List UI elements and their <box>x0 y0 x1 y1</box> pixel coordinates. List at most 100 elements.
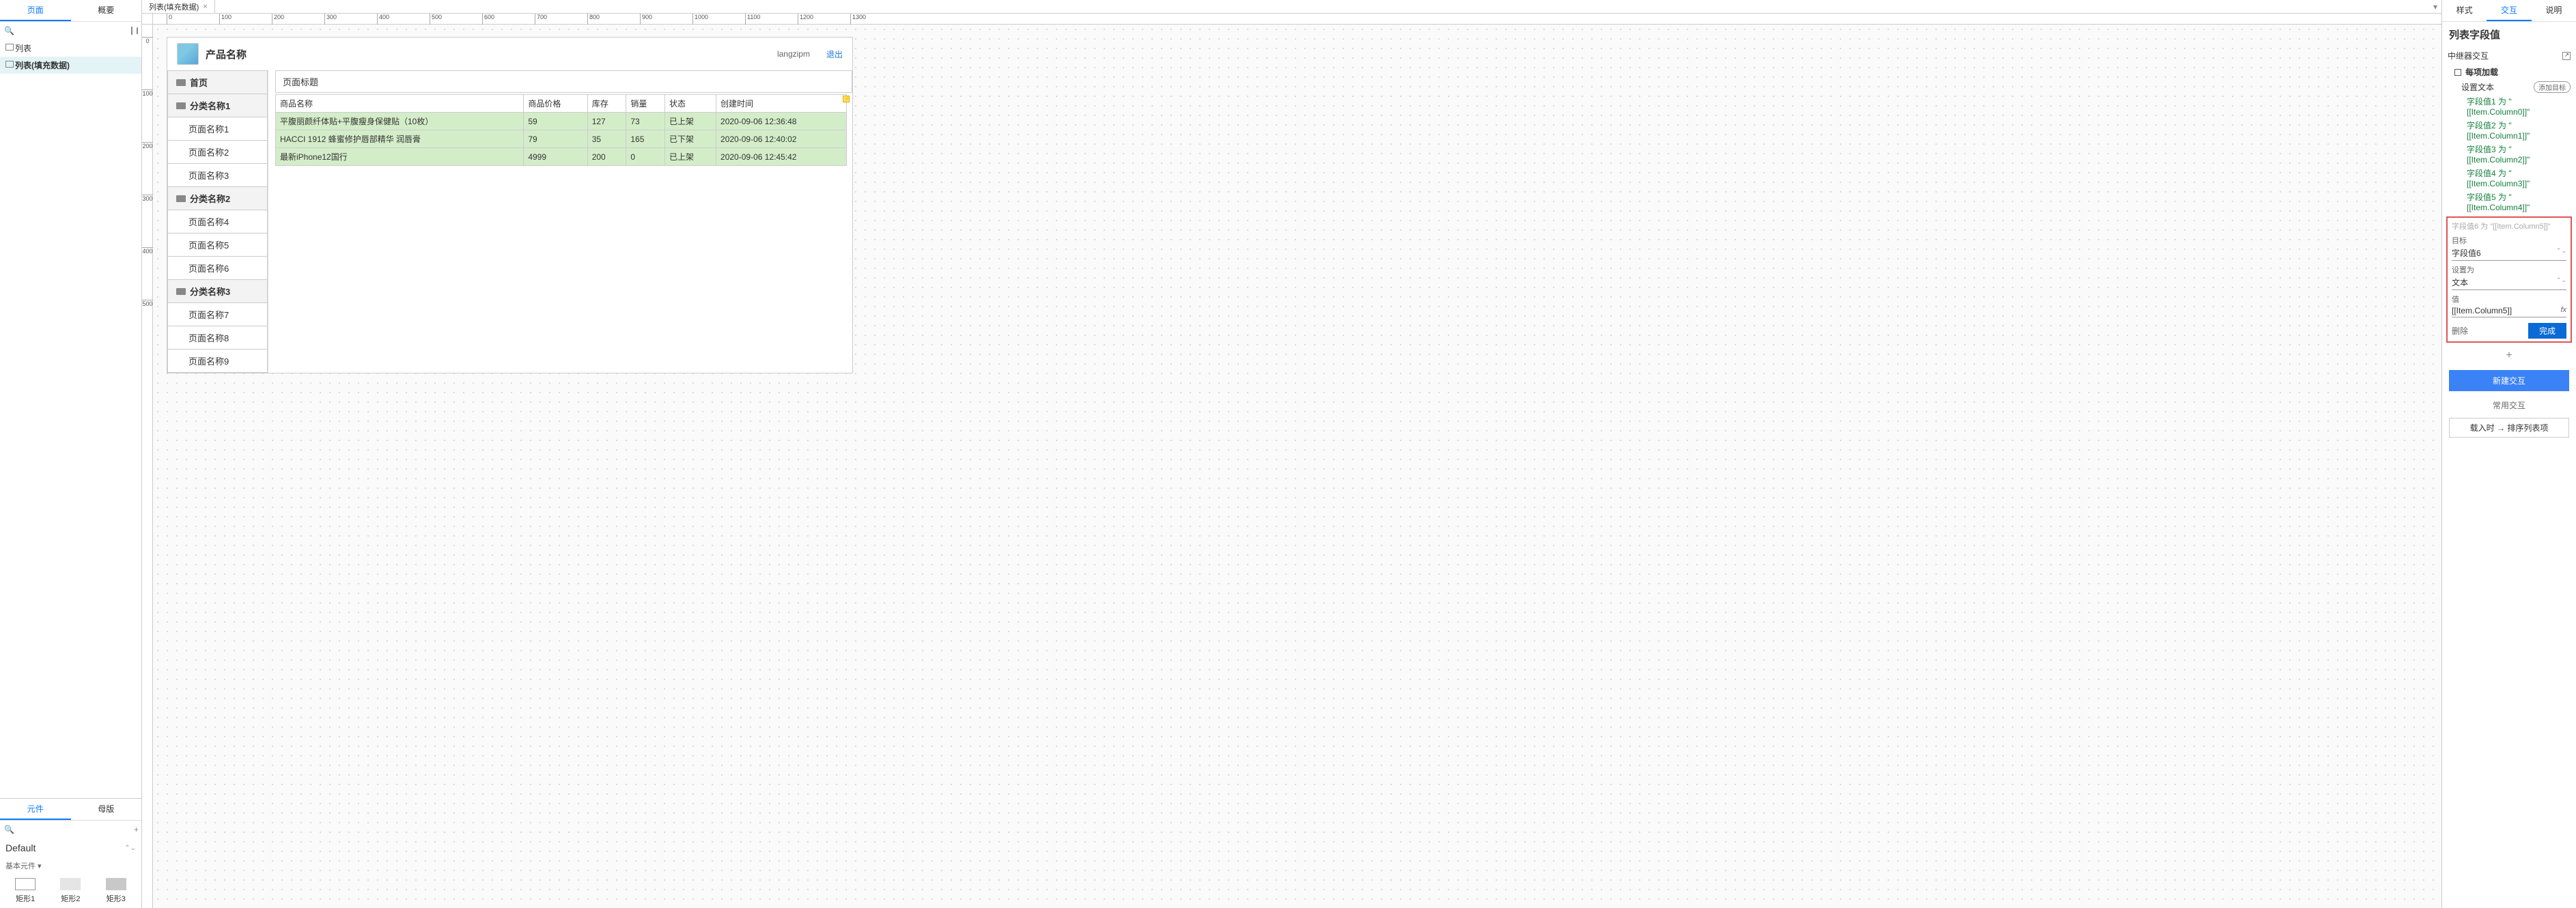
ruler-vertical: 0100200300400500 <box>142 25 153 908</box>
done-button[interactable]: 完成 <box>2528 323 2566 339</box>
sidebar-page[interactable]: 页面名称3 <box>167 163 268 186</box>
user-label: langzipm <box>777 49 810 59</box>
table-header: 创建时间 <box>716 95 847 113</box>
table-cell: 0 <box>626 148 665 166</box>
tab-widgets[interactable]: 元件 <box>0 799 71 820</box>
table-cell: 79 <box>524 130 587 148</box>
add-library-icon[interactable]: + <box>134 825 139 834</box>
table-cell: 127 <box>587 113 626 130</box>
canvas[interactable]: 产品名称 langzipm 退出 首页分类名称1页面名称1页面名称2页面名称3分… <box>153 25 2441 908</box>
table-cell: 4999 <box>524 148 587 166</box>
pages-tree: 列表列表(填充数据) <box>0 40 141 798</box>
edit-hint: 字段值6 为 "[[Item.Column5]]" <box>2452 221 2566 231</box>
page-surface: 产品名称 langzipm 退出 首页分类名称1页面名称1页面名称2页面名称3分… <box>167 37 853 373</box>
table-header: 销量 <box>626 95 665 113</box>
widget-shape[interactable]: 矩形2 <box>60 878 81 904</box>
new-interaction-button[interactable]: 新建交互 <box>2449 370 2569 391</box>
table-header: 库存 <box>587 95 626 113</box>
tab-summary[interactable]: 概要 <box>71 0 142 21</box>
basic-group-header[interactable]: 基本元件 ▾ <box>0 857 141 874</box>
widgets-search-input[interactable] <box>20 823 128 836</box>
logout-link[interactable]: 退出 <box>826 48 843 60</box>
delete-button[interactable]: 删除 <box>2452 325 2468 337</box>
sidebar-category[interactable]: 分类名称2 <box>167 186 268 210</box>
tab-dropdown-icon[interactable]: ▾ <box>2433 2 2437 12</box>
tab-pages[interactable]: 页面 <box>0 0 71 21</box>
table-cell: 165 <box>626 130 665 148</box>
sidebar-category[interactable]: 首页 <box>167 70 268 94</box>
page-main-title: 页面标题 <box>275 70 852 93</box>
library-selector[interactable]: Default⌃⌄ <box>0 838 141 857</box>
interaction-bolt-icon[interactable]: ⚡ <box>843 96 850 102</box>
sidebar-page[interactable]: 页面名称1 <box>167 117 268 140</box>
product-logo <box>177 43 199 65</box>
page-tree-item[interactable]: 列表(填充数据) <box>0 57 141 74</box>
sidebar-page[interactable]: 页面名称4 <box>167 210 268 233</box>
table-cell: 已下架 <box>665 130 716 148</box>
table-header: 商品价格 <box>524 95 587 113</box>
widget-shape[interactable]: 矩形3 <box>106 878 126 904</box>
action-target-line[interactable]: 字段值1 为 "[[Item.Column0]]" <box>2442 94 2576 118</box>
tab-style[interactable]: 样式 <box>2442 0 2487 21</box>
setas-select[interactable]: 文本⌃⌄ <box>2452 275 2566 290</box>
table-cell: 平腹丽颜纤体贴+平腹瘦身保健贴（10枚） <box>276 113 524 130</box>
left-panel: 页面 概要 🔍 列表列表(填充数据) 元件 母版 🔍 + ⧉ ⋮ Default <box>0 0 142 908</box>
action-target-line[interactable]: 字段值5 为 "[[Item.Column4]]" <box>2442 190 2576 214</box>
external-icon[interactable] <box>2562 52 2571 60</box>
table-header: 状态 <box>665 95 716 113</box>
data-table: 商品名称商品价格库存销量状态创建时间平腹丽颜纤体贴+平腹瘦身保健贴（10枚）59… <box>275 94 847 166</box>
add-action-button[interactable]: + <box>2442 345 2576 366</box>
table-cell: 2020-09-06 12:45:42 <box>716 148 847 166</box>
table-cell: 35 <box>587 130 626 148</box>
value-input[interactable]: [[Item.Column5]]fx <box>2452 304 2566 317</box>
add-page-icon[interactable] <box>131 27 132 35</box>
sidebar-page[interactable]: 页面名称9 <box>167 349 268 373</box>
table-cell: 73 <box>626 113 665 130</box>
value-label: 值 <box>2452 294 2566 304</box>
setas-label: 设置为 <box>2452 264 2566 275</box>
quick-interaction-item[interactable]: 载入时 → 排序列表项 <box>2449 418 2569 438</box>
tab-masters[interactable]: 母版 <box>71 799 142 820</box>
sidebar-page[interactable]: 页面名称6 <box>167 256 268 279</box>
widget-search-icon: 🔍 <box>4 825 14 834</box>
action-target-line[interactable]: 字段值3 为 "[[Item.Column2]]" <box>2442 142 2576 166</box>
target-select[interactable]: 字段值6⌃⌄ <box>2452 246 2566 261</box>
document-tab[interactable]: 列表(填充数据) × <box>142 0 215 14</box>
table-header: 商品名称 <box>276 95 524 113</box>
widget-shape[interactable]: 矩形1 <box>15 878 36 904</box>
action-target-line[interactable]: 字段值4 为 "[[Item.Column3]]" <box>2442 166 2576 190</box>
tab-interact[interactable]: 交互 <box>2487 0 2531 21</box>
table-cell: 已上架 <box>665 148 716 166</box>
tab-note[interactable]: 说明 <box>2532 0 2576 21</box>
page-sidebar: 首页分类名称1页面名称1页面名称2页面名称3分类名称2页面名称4页面名称5页面名… <box>167 70 268 373</box>
event-item-load[interactable]: 每项加载 <box>2442 64 2576 80</box>
sidebar-page[interactable]: 页面名称5 <box>167 233 268 256</box>
page-tree-item[interactable]: 列表 <box>0 40 141 57</box>
fx-icon[interactable]: fx <box>2560 306 2566 315</box>
sidebar-page[interactable]: 页面名称7 <box>167 302 268 326</box>
ruler-horizontal: 0100200300400500600700800900100011001200… <box>153 14 2441 25</box>
repeater-section-label: 中继器交互 <box>2448 50 2489 61</box>
table-cell: 最新iPhone12国行 <box>276 148 524 166</box>
table-cell: 200 <box>587 148 626 166</box>
common-interactions-label: 常用交互 <box>2442 395 2576 415</box>
action-editor: 字段值6 为 "[[Item.Column5]]" 目标 字段值6⌃⌄ 设置为 … <box>2446 216 2572 343</box>
table-cell: 59 <box>524 113 587 130</box>
sidebar-page[interactable]: 页面名称8 <box>167 326 268 349</box>
table-cell: 2020-09-06 12:40:02 <box>716 130 847 148</box>
sidebar-page[interactable]: 页面名称2 <box>167 140 268 163</box>
add-target-button[interactable]: 添加目标 <box>2534 81 2571 93</box>
sidebar-category[interactable]: 分类名称3 <box>167 279 268 302</box>
table-cell: 已上架 <box>665 113 716 130</box>
pages-search-input[interactable] <box>18 25 127 37</box>
action-target-line[interactable]: 字段值2 为 "[[Item.Column1]]" <box>2442 118 2576 142</box>
canvas-area: 列表(填充数据) × ▾ 010020030040050060070080090… <box>142 0 2441 908</box>
table-cell: 2020-09-06 12:36:48 <box>716 113 847 130</box>
add-folder-icon[interactable] <box>137 27 138 34</box>
sidebar-category[interactable]: 分类名称1 <box>167 94 268 117</box>
product-title: 产品名称 <box>206 47 247 61</box>
action-set-text[interactable]: 设置文本 <box>2461 81 2494 93</box>
table-cell: HACCI 1912 蜂蜜修护唇部精华 润唇膏 <box>276 130 524 148</box>
close-tab-icon[interactable]: × <box>203 3 207 11</box>
search-icon: 🔍 <box>4 26 14 36</box>
